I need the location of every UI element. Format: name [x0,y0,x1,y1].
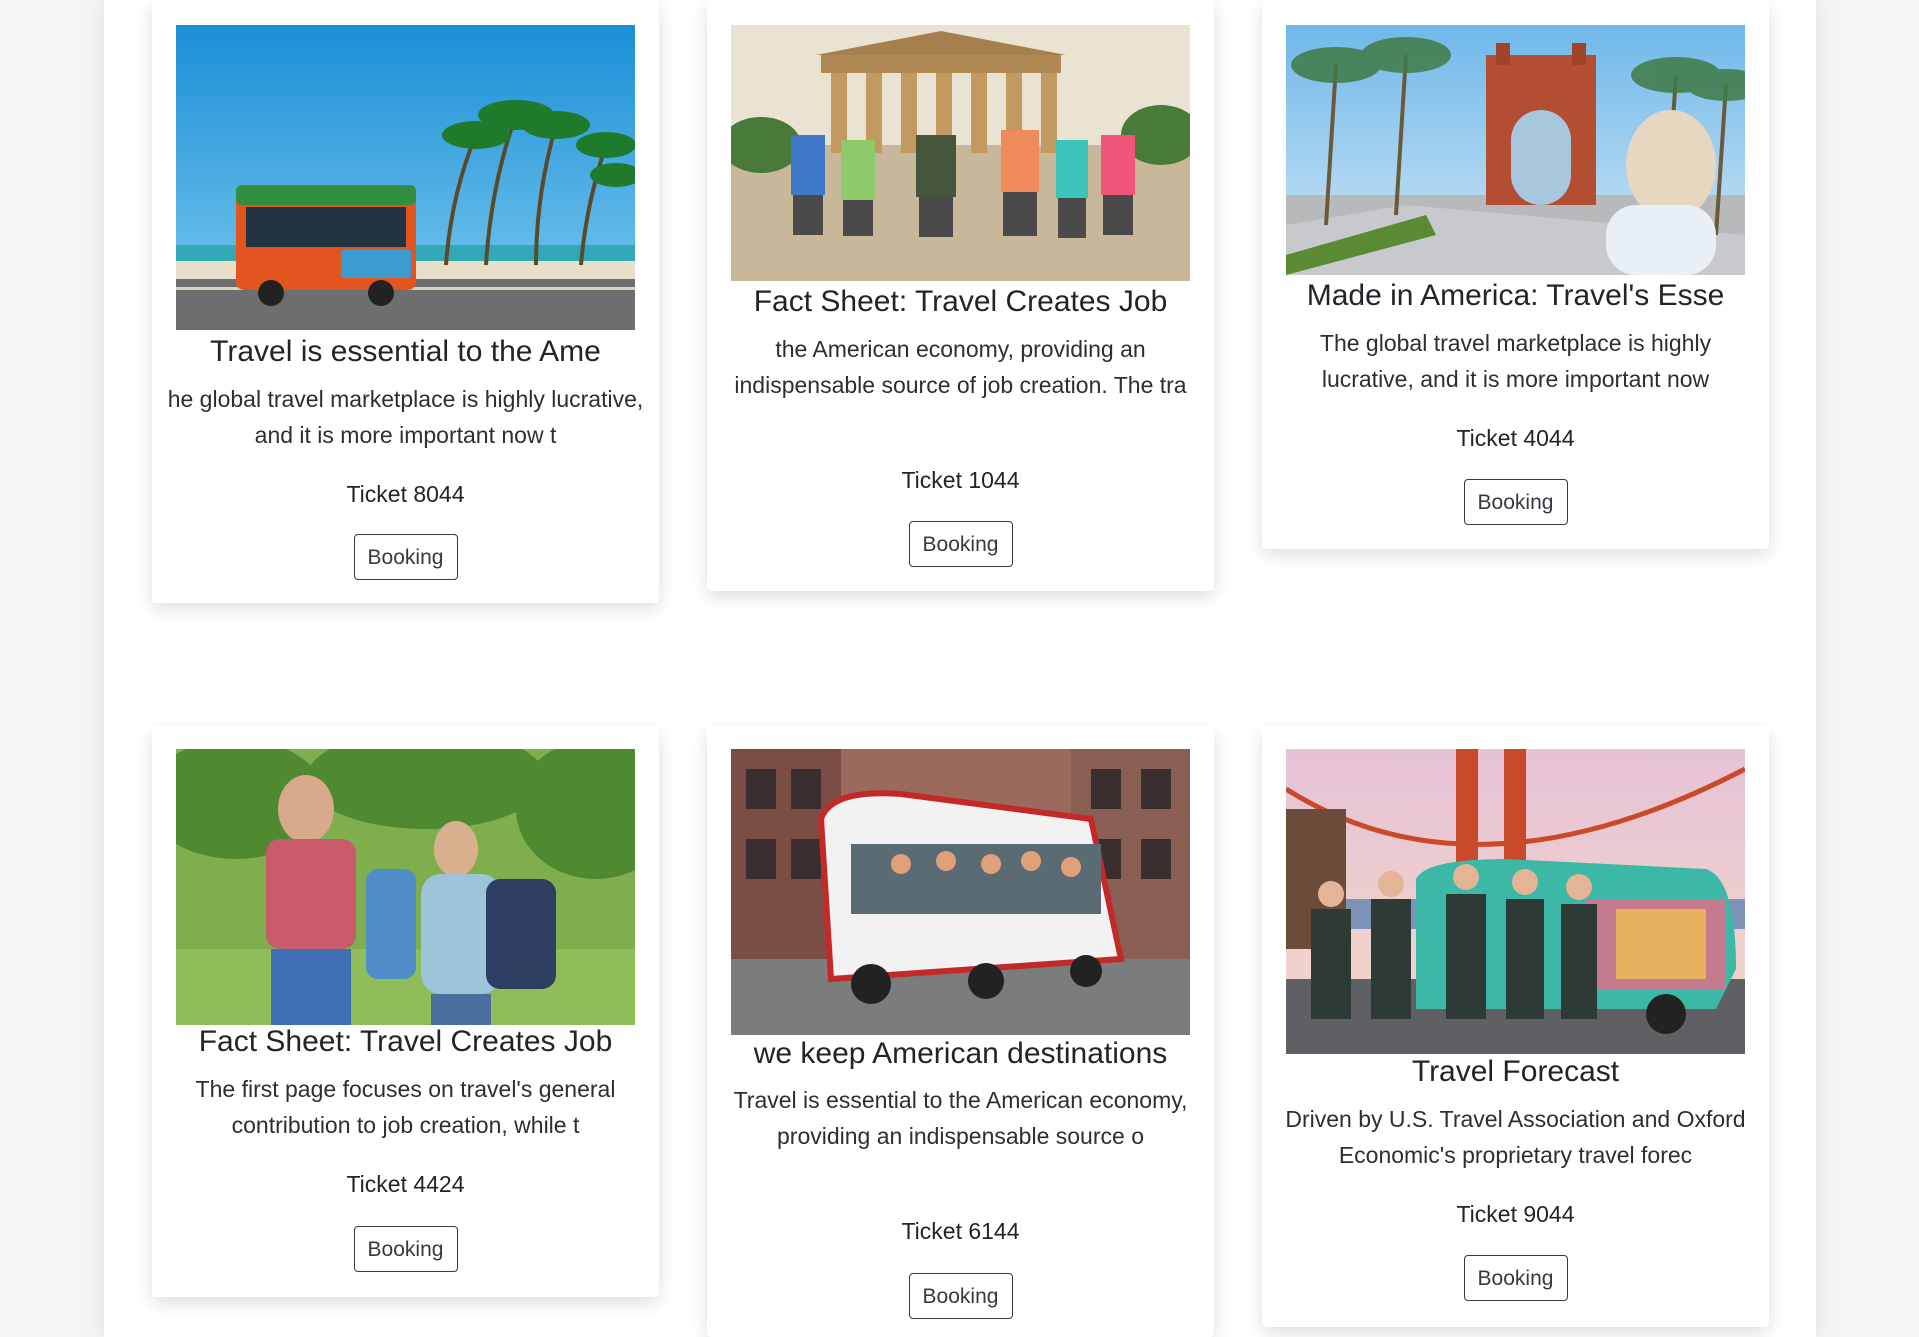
card-title: Travel is essential to the Ame [210,335,601,368]
group-temple-photo [731,25,1190,281]
travel-card: Made in America: Travel's Esse The globa… [1262,0,1769,549]
booking-button[interactable]: Booking [1463,479,1568,525]
arc-de-triomf-photo [1286,25,1745,275]
card-text: Travel is essential to the American econ… [733,1087,1188,1149]
card-title: we keep American destinations [753,1037,1168,1070]
travel-card: Fact Sheet: Travel Creates Job the Ameri… [707,0,1214,591]
students-walking-photo [176,749,635,1025]
page-container: Travel is essential to the Ame he global… [104,0,1816,1337]
card-text: The global travel marketplace is highly … [1319,330,1712,392]
card-title: Travel Forecast [1411,1055,1620,1088]
ticket-number: Ticket 6144 [901,1218,1020,1244]
card-text: Driven by U.S. Travel Association and Ox… [1285,1106,1746,1168]
open-tour-cart-photo [731,749,1190,1035]
booking-button[interactable]: Booking [908,521,1013,567]
travel-card: Travel is essential to the Ame he global… [152,0,659,603]
card-text: The first page focuses on travel's gener… [195,1076,616,1138]
booking-button[interactable]: Booking [908,1273,1013,1319]
travel-card: Travel Forecast Driven by U.S. Travel As… [1262,726,1769,1327]
ticket-number: Ticket 9044 [1456,1201,1575,1227]
ticket-number: Ticket 1044 [901,467,1020,493]
card-title: Made in America: Travel's Esse [1306,279,1725,312]
card-title: Fact Sheet: Travel Creates Job [198,1025,613,1058]
golden-gate-van-photo [1286,749,1745,1054]
travel-card: Fact Sheet: Travel Creates Job The first… [152,726,659,1297]
ticket-number: Ticket 8044 [346,481,465,507]
card-title: Fact Sheet: Travel Creates Job [753,285,1168,318]
booking-button[interactable]: Booking [353,534,458,580]
card-text: he global travel marketplace is highly l… [167,386,644,448]
booking-button[interactable]: Booking [1463,1255,1568,1301]
ticket-number: Ticket 4424 [346,1171,465,1197]
travel-card: we keep American destinations Travel is … [707,726,1214,1337]
trolley-beach-photo [176,25,635,330]
card-text: the American economy, providing an indis… [734,336,1187,398]
booking-button[interactable]: Booking [353,1226,458,1272]
ticket-number: Ticket 4044 [1456,425,1575,451]
